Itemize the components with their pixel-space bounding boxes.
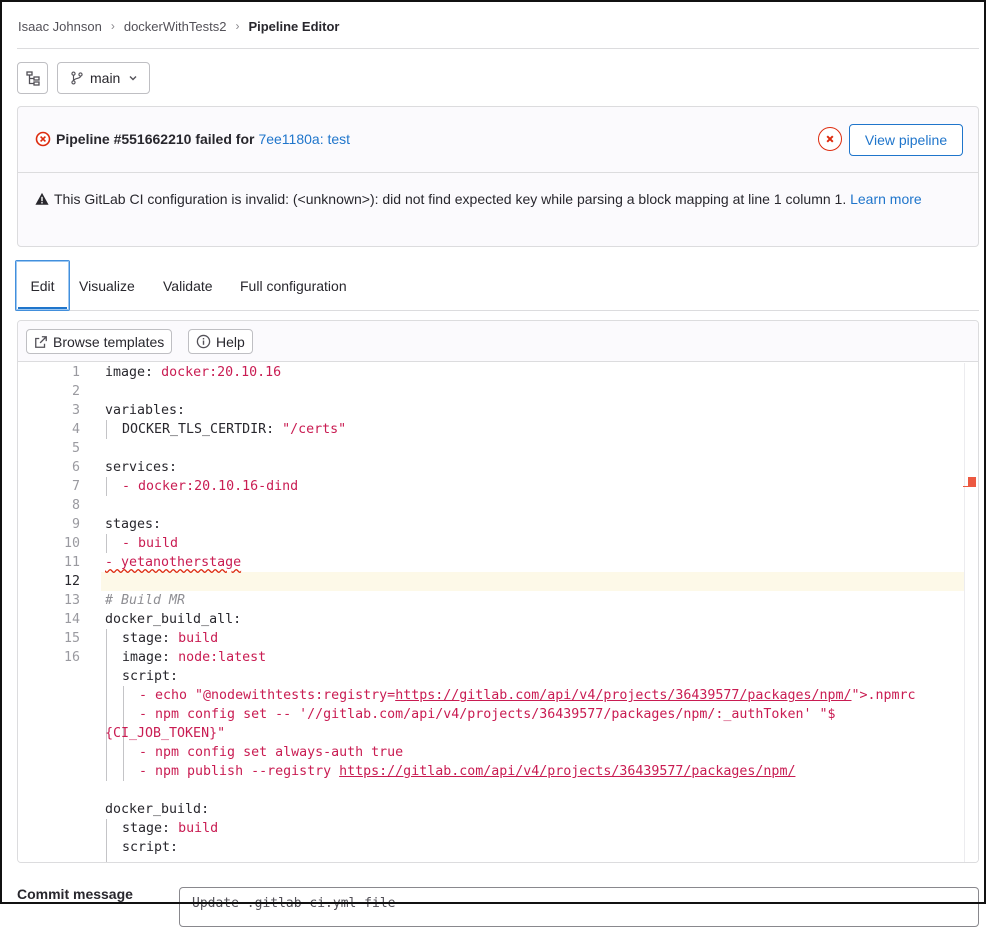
pipeline-status-row: Pipeline #551662210 failed for 7ee1180a:… [18,107,978,173]
code-line: image: docker:20.10.16 [105,365,282,380]
line-number: 3 [71,403,80,418]
line-number: 13 [63,593,80,608]
code-line-error: - yetanotherstage [105,555,242,570]
line-number-current: 12 [63,574,80,589]
code-line: variables: [105,403,186,418]
line-number: 2 [71,384,80,399]
line-number: 6 [71,460,80,475]
branch-name: main [90,70,121,86]
config-invalid-warning: This GitLab CI configuration is invalid:… [35,189,955,210]
breadcrumb-project[interactable]: dockerWithTests2 [124,19,227,34]
code-line: # Build MR [105,593,186,608]
browse-templates-button[interactable]: Browse templates [26,329,173,354]
divider [17,48,979,49]
commit-link[interactable]: 7ee1180a: test [258,131,350,147]
line-number: 11 [63,555,80,570]
code-line: stages: [105,517,162,532]
branch-icon [71,71,83,85]
tab-validate[interactable]: Validate [163,260,213,311]
code-line: DOCKER_TLS_CERTDIR: "/certs" [122,422,347,437]
line-number: 10 [63,536,80,551]
breadcrumb: Isaac Johnson › dockerWithTests2 › Pipel… [18,17,339,35]
line-number: 5 [71,441,80,456]
code-line-wrap: {CI_JOB_TOKEN}" [105,726,226,741]
code-line: docker_build: [105,802,210,817]
code-line: docker_build_all: [105,612,242,627]
commit-message-input[interactable]: Update .gitlab-ci.yml file [179,887,979,927]
editor-tabs: Edit Visualize Validate Full configurati… [15,260,979,311]
line-number: 15 [63,631,80,646]
code-line: - echo "@nodewithtests:registry=https://… [139,688,916,703]
commit-message-label: Commit message [17,886,133,902]
error-marker-tick [963,486,969,487]
code-line: stage: build [122,631,219,646]
code-line: - npm config set always-auth true [139,745,404,760]
warning-text: This GitLab CI configuration is invalid:… [54,191,847,207]
chevron-right-icon: › [110,19,115,33]
learn-more-link[interactable]: Learn more [850,191,922,207]
warning-icon [35,192,49,205]
info-icon [196,334,211,349]
pipeline-status-label: Pipeline #551662210 failed for [56,131,255,147]
code-line: - docker:20.10.16-dind [122,479,299,494]
indent-guide [106,534,107,553]
code-line: services: [105,460,178,475]
code-line: script: [122,669,179,684]
code-editor-panel: Browse templates Help 1 2 3 4 5 6 7 8 9 … [17,320,979,863]
branch-switcher[interactable]: main [57,62,150,94]
line-number: 14 [63,612,80,627]
external-link-icon [35,335,47,348]
indent-guide [106,629,107,781]
close-icon [826,135,834,143]
current-line-highlight [101,572,964,591]
indent-guide [106,477,107,496]
status-failed-icon [35,131,51,147]
line-number: 1 [71,365,80,380]
browse-templates-label: Browse templates [53,333,165,350]
tab-visualize[interactable]: Visualize [79,260,135,311]
code-line: stage: build [122,821,219,836]
line-number: 4 [71,422,80,437]
code-line: - npm publish --registry https://gitlab.… [139,764,796,779]
line-number: 16 [63,650,80,665]
line-number: 7 [71,479,80,494]
editor-toolbar: Browse templates Help [18,321,978,362]
view-pipeline-button[interactable]: View pipeline [849,124,963,156]
file-tree-icon [25,71,40,86]
tab-edit[interactable]: Edit [15,260,70,311]
code-line: image: node:latest [122,650,267,665]
pipeline-status-text: Pipeline #551662210 failed for 7ee1180a:… [35,131,350,147]
code-line: - npm config set -- '//gitlab.com/api/v4… [139,707,836,722]
indent-guide [106,420,107,439]
breadcrumb-user[interactable]: Isaac Johnson [18,19,102,34]
pipeline-status-panel: Pipeline #551662210 failed for 7ee1180a:… [17,106,979,247]
line-number: 8 [71,498,80,513]
chevron-down-icon [129,76,137,81]
file-tree-toggle-button[interactable] [17,62,48,94]
help-button[interactable]: Help [188,329,253,354]
chevron-right-icon: › [235,19,240,33]
tab-full-configuration[interactable]: Full configuration [240,260,347,311]
help-label: Help [216,333,245,350]
error-marker [968,477,976,487]
indent-guide [106,819,107,862]
code-editor[interactable]: 1 2 3 4 5 6 7 8 9 10 11 12 13 14 15 16 i… [18,363,978,862]
code-line: - build [122,536,179,551]
pipeline-failed-status-button[interactable] [818,127,842,151]
breadcrumb-current: Pipeline Editor [248,18,340,34]
editor-scrollbar[interactable] [963,363,978,862]
code-line: script: [122,840,179,855]
line-number: 9 [71,517,80,532]
